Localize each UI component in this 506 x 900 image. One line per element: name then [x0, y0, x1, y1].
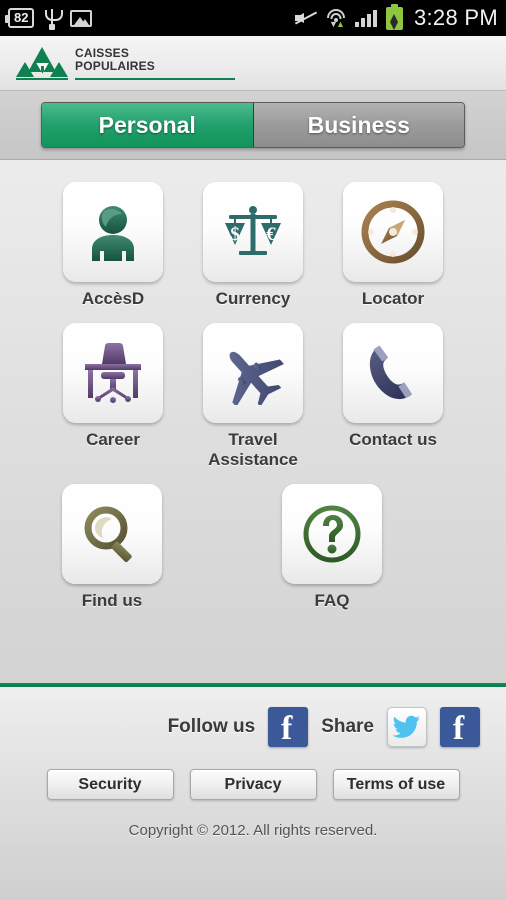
share-label: Share — [321, 716, 374, 737]
menu-item-locator[interactable]: Locator — [343, 182, 443, 309]
tab-business[interactable]: Business — [253, 103, 464, 147]
menu-item-label: Travel Assistance — [208, 430, 298, 470]
menu-item-label-text: Travel Assistance — [208, 430, 298, 469]
menu-item-contact-us[interactable]: Contact us — [343, 323, 443, 470]
menu-tile[interactable]: $ € — [203, 182, 303, 282]
battery-charging-icon — [385, 3, 403, 30]
segmented-control: Personal Business — [41, 102, 465, 148]
menu-grid: AccèsD $ € Currency Locator Career Trave… — [0, 160, 506, 683]
app-header: CAISSES POPULAIRES — [0, 36, 506, 91]
brand-logo: CAISSES POPULAIRES — [16, 45, 235, 80]
app-footer: Follow us f Share f Security Privacy Ter… — [0, 687, 506, 900]
status-bar-left: 82 — [4, 7, 93, 30]
logo-line-2: POPULAIRES — [75, 58, 156, 73]
menu-tile[interactable] — [62, 484, 162, 584]
tab-bar: Personal Business — [0, 91, 506, 160]
menu-item-label: Contact us — [349, 430, 437, 449]
twitter-icon[interactable] — [387, 707, 427, 747]
copyright-text: Copyright © 2012. All rights reserved. — [128, 822, 378, 839]
menu-item-accesd[interactable]: AccèsD — [63, 182, 163, 309]
usb-icon — [44, 7, 64, 30]
menu-tile[interactable] — [63, 323, 163, 423]
logo-line-1: CAISSES — [75, 45, 130, 60]
status-bar: 82 ▼ ▲ 3:28 PM — [0, 0, 506, 36]
status-bar-right: ▼ ▲ 3:28 PM — [294, 3, 498, 31]
menu-tile[interactable] — [343, 323, 443, 423]
desk-chair-icon — [85, 343, 141, 403]
menu-tile[interactable] — [343, 182, 443, 282]
magnifier-icon — [84, 506, 132, 563]
menu-item-label: Career — [86, 430, 140, 449]
terms-of-use-button[interactable]: Terms of use — [332, 769, 460, 800]
notification-count-badge: 82 — [4, 8, 35, 28]
menu-tile[interactable] — [63, 182, 163, 282]
clock-label: 3:28 PM — [413, 5, 498, 30]
social-row: Follow us f Share f — [0, 687, 506, 747]
svg-text:€: € — [266, 224, 276, 245]
menu-item-label: FAQ — [314, 591, 350, 610]
tab-personal[interactable]: Personal — [42, 103, 254, 147]
menu-item-faq[interactable]: FAQ — [282, 484, 382, 611]
menu-item-find-us[interactable]: Find us — [62, 484, 162, 611]
caisses-populaires-logo-icon — [16, 46, 68, 80]
menu-item-label: AccèsD — [81, 289, 145, 308]
follow-us-label: Follow us — [167, 716, 256, 737]
security-button[interactable]: Security — [46, 769, 174, 800]
question-mark-icon — [303, 505, 361, 563]
app-root: 82 ▼ ▲ 3:28 PM CAISSES POPULAIRES Person… — [0, 0, 506, 900]
person-icon — [92, 206, 134, 261]
menu-item-label: Find us — [81, 591, 143, 610]
menu-row-3: Find us FAQ — [0, 484, 506, 611]
scales-icon: $ € — [225, 206, 281, 255]
airplane-icon — [229, 351, 284, 405]
brand-logo-text: CAISSES POPULAIRES — [75, 45, 235, 80]
menu-row-1: AccèsD $ € Currency Locator — [0, 182, 506, 309]
mute-icon — [294, 9, 318, 27]
svg-text:$: $ — [230, 224, 240, 245]
menu-item-label: Currency — [215, 289, 291, 308]
privacy-button[interactable]: Privacy — [189, 769, 317, 800]
menu-tile[interactable] — [282, 484, 382, 584]
signal-icon — [354, 9, 377, 27]
compass-icon — [361, 200, 425, 264]
menu-row-2: Career Travel Assistance Contact us — [0, 323, 506, 470]
footer-button-row: Security Privacy Terms of use — [0, 769, 506, 800]
facebook-icon[interactable]: f — [440, 707, 480, 747]
menu-tile[interactable] — [203, 323, 303, 423]
menu-item-travel-assistance[interactable]: Travel Assistance — [203, 323, 303, 470]
phone-icon — [369, 345, 412, 400]
menu-item-label: Locator — [361, 289, 425, 308]
wifi-icon: ▼ ▲ — [326, 8, 346, 29]
image-icon — [70, 9, 93, 27]
menu-item-career[interactable]: Career — [63, 323, 163, 470]
menu-item-currency[interactable]: $ € Currency — [203, 182, 303, 309]
facebook-icon[interactable]: f — [268, 707, 309, 747]
